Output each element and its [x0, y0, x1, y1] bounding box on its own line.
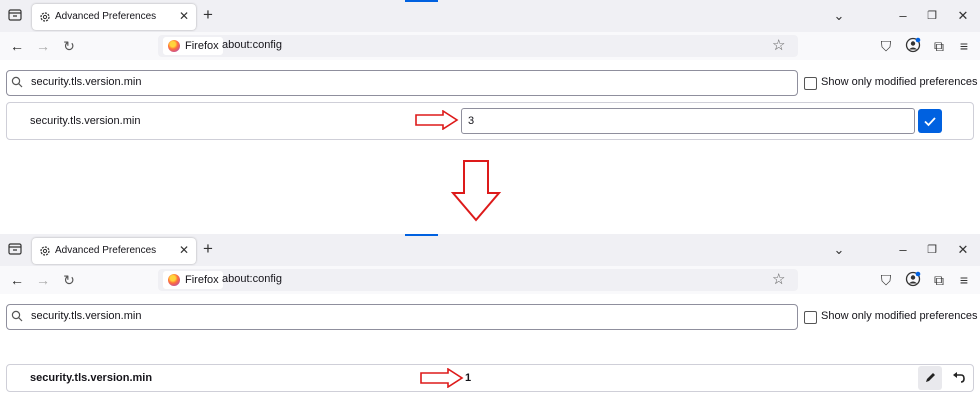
pref-row: security.tls.version.min 3: [6, 102, 974, 140]
forward-icon[interactable]: →: [35, 38, 51, 54]
search-input[interactable]: security.tls.version.min: [6, 304, 798, 330]
chevron-down-icon[interactable]: ⌄: [831, 242, 847, 258]
extensions-icon[interactable]: ⧉: [930, 271, 948, 289]
show-modified-label[interactable]: Show only modified preferences: [821, 310, 978, 322]
tab-title: Advanced Preferences: [55, 11, 157, 22]
search-value: security.tls.version.min: [31, 310, 142, 322]
show-modified-checkbox[interactable]: [804, 311, 817, 324]
plus-icon[interactable]: +: [200, 6, 216, 23]
reload-icon[interactable]: ↻: [61, 38, 77, 54]
show-modified-checkbox[interactable]: [804, 77, 817, 90]
chevron-down-icon[interactable]: ⌄: [831, 8, 847, 24]
menu-icon[interactable]: ≡: [955, 37, 973, 55]
arrow-down-icon: [450, 160, 502, 222]
forward-icon[interactable]: →: [35, 272, 51, 288]
url-bar[interactable]: Firefox about:config ☆: [158, 35, 798, 57]
firefox-logo-icon: [168, 40, 180, 52]
tab-advanced-preferences[interactable]: Advanced Preferences ✕: [32, 238, 196, 264]
minimize-icon[interactable]: –: [895, 242, 911, 258]
back-icon[interactable]: ←: [9, 38, 25, 54]
pocket-icon[interactable]: ⛉: [877, 271, 895, 289]
tab-drag-indicator: [405, 0, 438, 2]
nav-bar: ← → ↻ Firefox about:config ☆ ⛉ ⧉ ≡: [0, 32, 980, 60]
restore-icon[interactable]: ❐: [924, 8, 940, 24]
save-button[interactable]: [918, 109, 942, 133]
pocket-icon[interactable]: ⛉: [877, 37, 895, 55]
url-bar[interactable]: Firefox about:config ☆: [158, 269, 798, 291]
pencil-icon: [926, 373, 935, 382]
pref-input-text: 3: [468, 115, 475, 127]
pref-value-input[interactable]: 3: [461, 108, 915, 134]
checkmark-icon: [924, 117, 936, 127]
star-icon[interactable]: ☆: [772, 271, 785, 289]
undo-icon: [953, 372, 965, 383]
url-text[interactable]: about:config: [222, 39, 282, 51]
close-icon[interactable]: ✕: [955, 8, 971, 24]
account-icon[interactable]: [904, 37, 922, 55]
pref-name: security.tls.version.min: [30, 115, 141, 127]
reset-button[interactable]: [947, 366, 971, 390]
pref-value: 1: [465, 372, 472, 384]
tab-bar: Advanced Preferences ✕ + ⌄ – ❐ ✕: [0, 0, 980, 32]
url-text[interactable]: about:config: [222, 273, 282, 285]
identity-label: Firefox: [185, 274, 219, 286]
show-modified-label[interactable]: Show only modified preferences: [821, 76, 978, 88]
browser-window-after: Advanced Preferences ✕ + ⌄ – ❐ ✕ ← → ↻ F…: [0, 234, 980, 392]
browser-window-before: Advanced Preferences ✕ + ⌄ – ❐ ✕ ← → ↻ F…: [0, 0, 980, 158]
menu-icon[interactable]: ≡: [955, 271, 973, 289]
arrow-right-icon: [420, 368, 464, 388]
firefox-logo-icon: [168, 274, 180, 286]
reload-icon[interactable]: ↻: [61, 272, 77, 288]
search-icon: [11, 310, 23, 322]
star-icon[interactable]: ☆: [772, 37, 785, 55]
minimize-icon[interactable]: –: [895, 8, 911, 24]
search-input[interactable]: security.tls.version.min: [6, 70, 798, 96]
restore-icon[interactable]: ❐: [924, 242, 940, 258]
extensions-icon[interactable]: ⧉: [930, 37, 948, 55]
close-icon[interactable]: ✕: [177, 9, 191, 23]
tab-drag-indicator: [405, 234, 438, 236]
tab-advanced-preferences[interactable]: Advanced Preferences ✕: [32, 4, 196, 30]
search-icon: [11, 76, 23, 88]
tab-bar: Advanced Preferences ✕ + ⌄ – ❐ ✕: [0, 234, 980, 266]
arrow-right-icon: [415, 110, 459, 130]
plus-icon[interactable]: +: [200, 240, 216, 257]
tab-list-icon[interactable]: [8, 243, 22, 255]
identity-box[interactable]: Firefox: [163, 37, 223, 55]
nav-bar: ← → ↻ Firefox about:config ☆ ⛉ ⧉ ≡: [0, 266, 980, 294]
tab-title: Advanced Preferences: [55, 245, 157, 256]
pref-row: security.tls.version.min 1: [6, 364, 974, 392]
pref-name: security.tls.version.min: [30, 372, 153, 384]
identity-label: Firefox: [185, 40, 219, 52]
close-icon[interactable]: ✕: [177, 243, 191, 257]
close-icon[interactable]: ✕: [955, 242, 971, 258]
identity-box[interactable]: Firefox: [163, 271, 223, 289]
gear-icon: [40, 12, 50, 22]
search-value: security.tls.version.min: [31, 76, 142, 88]
edit-button[interactable]: [918, 366, 942, 390]
tab-list-icon[interactable]: [8, 9, 22, 21]
back-icon[interactable]: ←: [9, 272, 25, 288]
gear-icon: [40, 246, 50, 256]
account-icon[interactable]: [904, 271, 922, 289]
